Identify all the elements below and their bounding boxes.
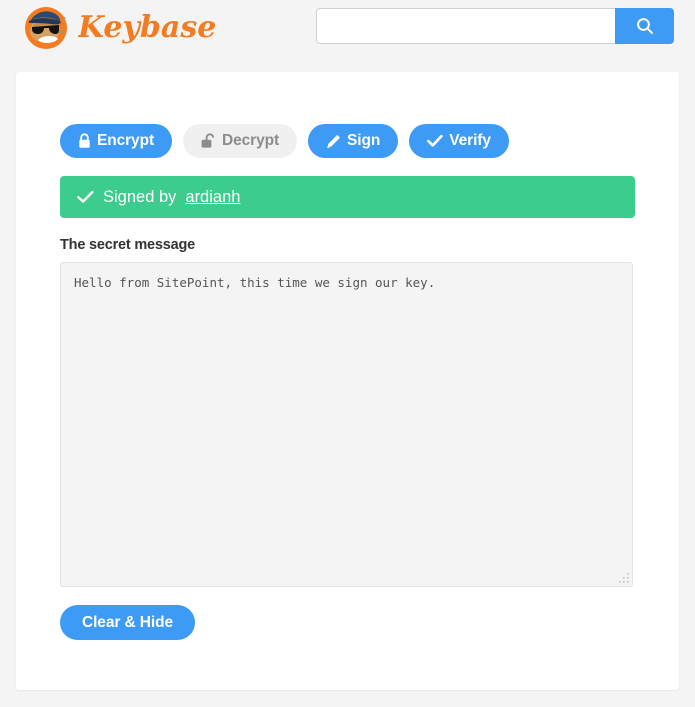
tab-verify-label: Verify — [449, 132, 491, 150]
search-icon — [636, 18, 653, 34]
signed-by-alert: Signed by ardianh — [60, 176, 635, 218]
tab-sign-label: Sign — [347, 132, 381, 150]
top-bar: Keybase — [0, 0, 695, 56]
keybase-mascot-icon — [25, 7, 67, 49]
secret-message-label: The secret message — [60, 237, 196, 253]
lock-closed-icon — [79, 133, 90, 148]
tab-verify[interactable]: Verify — [409, 124, 509, 158]
check-icon — [77, 190, 94, 203]
secret-message-area — [60, 262, 633, 587]
signer-link[interactable]: ardianh — [185, 189, 240, 206]
brand-logo[interactable]: Keybase — [22, 3, 228, 53]
lock-open-icon — [201, 133, 215, 148]
keybase-wordmark-icon: Keybase — [78, 11, 216, 45]
tab-decrypt[interactable]: Decrypt — [183, 124, 298, 158]
tab-encrypt[interactable]: Encrypt — [60, 124, 173, 158]
clear-and-hide-button[interactable]: Clear & Hide — [60, 605, 195, 640]
search-input[interactable] — [316, 8, 615, 44]
mode-tabs: Encrypt Decrypt Sign Verify — [60, 124, 635, 158]
tab-decrypt-label: Decrypt — [222, 132, 280, 150]
signed-by-text: Signed by — [103, 187, 177, 206]
svg-text:Keybase: Keybase — [78, 11, 216, 45]
pencil-icon — [327, 134, 341, 148]
main-card: Encrypt Decrypt Sign Verify Signed by ar… — [16, 72, 679, 690]
search-bar — [316, 8, 674, 44]
tab-encrypt-label: Encrypt — [97, 132, 155, 150]
card-inner: Encrypt Decrypt Sign Verify Signed by ar… — [60, 124, 635, 640]
check-icon — [427, 134, 443, 147]
tab-sign[interactable]: Sign — [308, 124, 399, 158]
search-button[interactable] — [615, 8, 674, 44]
secret-message-input[interactable] — [60, 262, 633, 587]
